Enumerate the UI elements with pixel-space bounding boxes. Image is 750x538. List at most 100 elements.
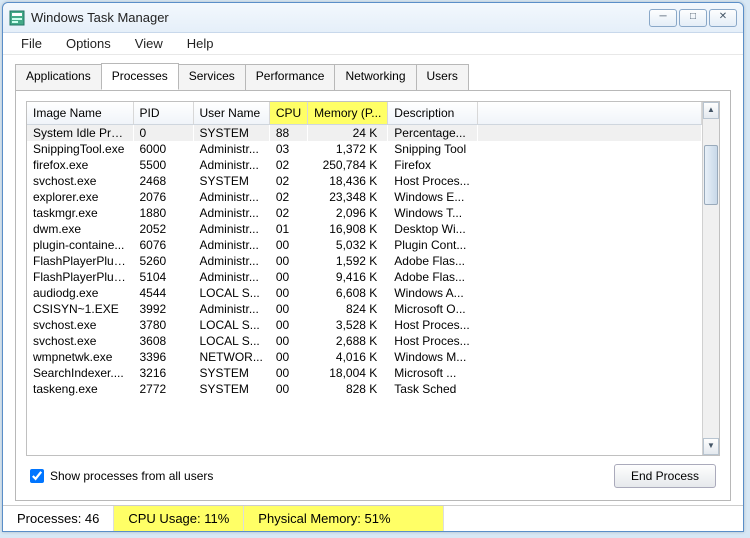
cell-pid: 3992: [133, 301, 193, 317]
table-row[interactable]: plugin-containe...6076Administr...005,03…: [27, 237, 702, 253]
cell-desc: Percentage...: [388, 125, 478, 142]
window-title: Windows Task Manager: [31, 10, 649, 25]
cell-cpu: 02: [269, 157, 307, 173]
table-row[interactable]: explorer.exe2076Administr...0223,348 KWi…: [27, 189, 702, 205]
cell-pid: 5104: [133, 269, 193, 285]
col-user-name[interactable]: User Name: [193, 102, 269, 125]
cell-pid: 6076: [133, 237, 193, 253]
maximize-button[interactable]: □: [679, 9, 707, 27]
menu-options[interactable]: Options: [56, 34, 121, 53]
table-row[interactable]: dwm.exe2052Administr...0116,908 KDesktop…: [27, 221, 702, 237]
cell-cpu: 02: [269, 173, 307, 189]
process-table: Image Name PID User Name CPU Memory (P..…: [27, 102, 702, 397]
cell-image: taskmgr.exe: [27, 205, 133, 221]
col-pid[interactable]: PID: [133, 102, 193, 125]
tab-content: Image Name PID User Name CPU Memory (P..…: [15, 90, 731, 501]
tab-users[interactable]: Users: [416, 64, 469, 91]
status-memory: Physical Memory: 51%: [244, 506, 444, 531]
cell-cpu: 00: [269, 237, 307, 253]
table-row[interactable]: wmpnetwk.exe3396NETWOR...004,016 KWindow…: [27, 349, 702, 365]
table-row[interactable]: FlashPlayerPlug...5260Administr...001,59…: [27, 253, 702, 269]
cell-image: dwm.exe: [27, 221, 133, 237]
statusbar: Processes: 46 CPU Usage: 11% Physical Me…: [3, 505, 743, 531]
cell-cpu: 00: [269, 381, 307, 397]
titlebar[interactable]: Windows Task Manager ─ □ ✕: [3, 3, 743, 33]
table-row[interactable]: CSISYN~1.EXE3992Administr...00824 KMicro…: [27, 301, 702, 317]
col-spacer: [478, 102, 702, 125]
vertical-scrollbar[interactable]: ▲ ▼: [702, 102, 719, 455]
col-cpu[interactable]: CPU: [269, 102, 307, 125]
table-row[interactable]: SearchIndexer....3216SYSTEM0018,004 KMic…: [27, 365, 702, 381]
status-cpu: CPU Usage: 11%: [114, 506, 244, 531]
cell-desc: Microsoft ...: [388, 365, 478, 381]
cell-desc: Desktop Wi...: [388, 221, 478, 237]
cell-cpu: 02: [269, 205, 307, 221]
menu-view[interactable]: View: [125, 34, 173, 53]
cell-desc: Windows E...: [388, 189, 478, 205]
cell-user: SYSTEM: [193, 125, 269, 142]
table-row[interactable]: taskeng.exe2772SYSTEM00828 KTask Sched: [27, 381, 702, 397]
table-row[interactable]: SnippingTool.exe6000Administr...031,372 …: [27, 141, 702, 157]
tab-performance[interactable]: Performance: [245, 64, 336, 91]
show-all-users-input[interactable]: [30, 469, 44, 483]
cell-memory: 4,016 K: [308, 349, 388, 365]
cell-user: Administr...: [193, 253, 269, 269]
cell-image: plugin-containe...: [27, 237, 133, 253]
cell-image: explorer.exe: [27, 189, 133, 205]
col-image-name[interactable]: Image Name: [27, 102, 133, 125]
tab-processes[interactable]: Processes: [101, 63, 179, 90]
show-all-users-checkbox[interactable]: Show processes from all users: [30, 469, 213, 483]
table-row[interactable]: System Idle Pro...0SYSTEM8824 KPercentag…: [27, 125, 702, 142]
menu-help[interactable]: Help: [177, 34, 224, 53]
close-button[interactable]: ✕: [709, 9, 737, 27]
cell-pid: 5260: [133, 253, 193, 269]
cell-pid: 3216: [133, 365, 193, 381]
cell-user: Administr...: [193, 221, 269, 237]
table-row[interactable]: taskmgr.exe1880Administr...022,096 KWind…: [27, 205, 702, 221]
cell-memory: 24 K: [308, 125, 388, 142]
table-row[interactable]: svchost.exe3608LOCAL S...002,688 KHost P…: [27, 333, 702, 349]
table-row[interactable]: firefox.exe5500Administr...02250,784 KFi…: [27, 157, 702, 173]
cell-image: svchost.exe: [27, 333, 133, 349]
cell-memory: 2,096 K: [308, 205, 388, 221]
cell-cpu: 00: [269, 365, 307, 381]
table-row[interactable]: FlashPlayerPlug...5104Administr...009,41…: [27, 269, 702, 285]
tab-applications[interactable]: Applications: [15, 64, 102, 91]
cell-pid: 2052: [133, 221, 193, 237]
scroll-thumb[interactable]: [704, 145, 718, 205]
cell-desc: Windows A...: [388, 285, 478, 301]
tab-services[interactable]: Services: [178, 64, 246, 91]
scroll-up-icon[interactable]: ▲: [703, 102, 719, 119]
cell-cpu: 00: [269, 301, 307, 317]
cell-user: LOCAL S...: [193, 317, 269, 333]
scroll-track[interactable]: [703, 119, 719, 438]
cell-image: audiodg.exe: [27, 285, 133, 301]
col-description[interactable]: Description: [388, 102, 478, 125]
cell-memory: 250,784 K: [308, 157, 388, 173]
cell-pid: 5500: [133, 157, 193, 173]
menubar: File Options View Help: [3, 33, 743, 55]
table-row[interactable]: svchost.exe3780LOCAL S...003,528 KHost P…: [27, 317, 702, 333]
scroll-down-icon[interactable]: ▼: [703, 438, 719, 455]
minimize-button[interactable]: ─: [649, 9, 677, 27]
cell-user: Administr...: [193, 189, 269, 205]
end-process-button[interactable]: End Process: [614, 464, 716, 488]
cell-desc: Microsoft O...: [388, 301, 478, 317]
cell-desc: Adobe Flas...: [388, 269, 478, 285]
cell-memory: 2,688 K: [308, 333, 388, 349]
tab-networking[interactable]: Networking: [334, 64, 416, 91]
cell-memory: 9,416 K: [308, 269, 388, 285]
table-row[interactable]: audiodg.exe4544LOCAL S...006,608 KWindow…: [27, 285, 702, 301]
cell-cpu: 00: [269, 349, 307, 365]
cell-cpu: 00: [269, 285, 307, 301]
show-all-users-label: Show processes from all users: [50, 469, 213, 483]
menu-file[interactable]: File: [11, 34, 52, 53]
status-processes: Processes: 46: [3, 506, 114, 531]
cell-pid: 4544: [133, 285, 193, 301]
cell-user: SYSTEM: [193, 381, 269, 397]
col-memory[interactable]: Memory (P...: [308, 102, 388, 125]
cell-image: SnippingTool.exe: [27, 141, 133, 157]
table-row[interactable]: svchost.exe2468SYSTEM0218,436 KHost Proc…: [27, 173, 702, 189]
cell-image: CSISYN~1.EXE: [27, 301, 133, 317]
cell-cpu: 02: [269, 189, 307, 205]
